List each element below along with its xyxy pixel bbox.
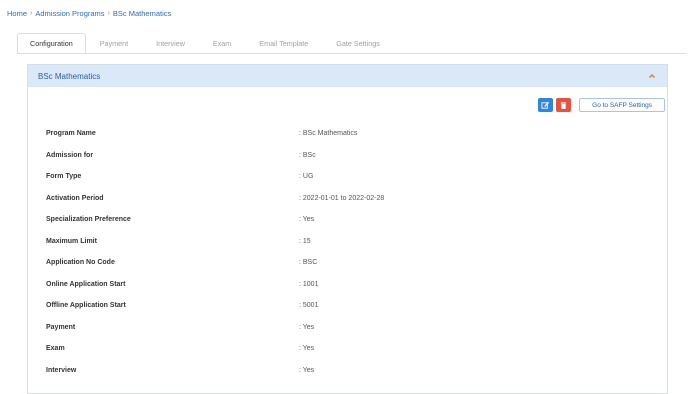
detail-value: : BSc (299, 151, 316, 159)
detail-value: : BSC (299, 259, 318, 267)
program-details: Program Name : BSc Mathematics Admission … (46, 123, 646, 381)
tab-email-template[interactable]: Email Template (245, 33, 322, 53)
tab-interview[interactable]: Interview (142, 33, 199, 53)
detail-label: Specialization Preference (46, 216, 131, 224)
detail-label: Application No Code (46, 259, 115, 267)
program-panel: BSc Mathematics Go to SAFP Settings Prog… (27, 64, 668, 394)
detail-value: : 1001 (299, 280, 319, 288)
detail-row: Specialization Preference : Yes (46, 209, 646, 231)
trash-icon (560, 101, 567, 109)
detail-row: Form Type : UG (46, 166, 646, 188)
panel-actions: Go to SAFP Settings (538, 98, 665, 112)
detail-row: Exam : Yes (46, 338, 646, 360)
detail-row: Offline Application Start : 5001 (46, 295, 646, 317)
detail-label: Interview (46, 366, 77, 374)
go-to-safp-settings-button[interactable]: Go to SAFP Settings (579, 98, 665, 112)
detail-value: : Yes (299, 366, 315, 374)
detail-label: Maximum Limit (46, 237, 97, 245)
breadcrumb-separator: › (107, 10, 110, 17)
detail-value: : Yes (299, 345, 315, 353)
detail-value: : Yes (299, 216, 315, 224)
panel-header[interactable]: BSc Mathematics (28, 65, 667, 87)
tab-configuration[interactable]: Configuration (17, 33, 86, 53)
edit-button[interactable] (538, 98, 554, 112)
detail-row: Admission for : BSc (46, 145, 646, 167)
detail-label: Offline Application Start (46, 302, 126, 310)
detail-row: Payment : Yes (46, 317, 646, 339)
detail-row: Online Application Start : 1001 (46, 274, 646, 296)
detail-label: Activation Period (46, 194, 104, 202)
detail-row: Application No Code : BSC (46, 252, 646, 274)
detail-value: : 2022-01-01 to 2022-02-28 (299, 194, 385, 202)
breadcrumb-admission-programs[interactable]: Admission Programs (35, 9, 104, 18)
detail-label: Admission for (46, 151, 94, 159)
detail-value: : BSc Mathematics (299, 130, 358, 138)
detail-row: Interview : Yes (46, 360, 646, 382)
breadcrumb: Home › Admission Programs › BSc Mathemat… (7, 9, 171, 18)
panel-title: BSc Mathematics (38, 71, 101, 81)
breadcrumb-separator: › (30, 10, 33, 17)
tab-exam[interactable]: Exam (199, 33, 245, 53)
detail-value: : 5001 (299, 302, 319, 310)
detail-label: Online Application Start (46, 280, 126, 288)
detail-label: Program Name (46, 130, 96, 138)
detail-row: Activation Period : 2022-01-01 to 2022-02… (46, 188, 646, 210)
breadcrumb-home[interactable]: Home (7, 9, 27, 18)
tab-divider (17, 53, 686, 54)
detail-label: Form Type (46, 173, 82, 181)
delete-button[interactable] (556, 98, 572, 112)
detail-row: Program Name : BSc Mathematics (46, 123, 646, 145)
detail-row: Maximum Limit : 15 (46, 231, 646, 253)
chevron-up-icon[interactable] (647, 71, 657, 81)
tab-bar: Configuration Payment Interview Exam Ema… (17, 33, 686, 53)
breadcrumb-current[interactable]: BSc Mathematics (113, 9, 171, 18)
detail-value: : 15 (299, 237, 311, 245)
detail-value: : UG (299, 173, 314, 181)
tab-payment[interactable]: Payment (86, 33, 142, 53)
detail-label: Payment (46, 323, 76, 331)
tab-gate-settings[interactable]: Gate Settings (322, 33, 394, 53)
detail-value: : Yes (299, 323, 315, 331)
detail-label: Exam (46, 345, 65, 353)
edit-icon (541, 101, 550, 109)
